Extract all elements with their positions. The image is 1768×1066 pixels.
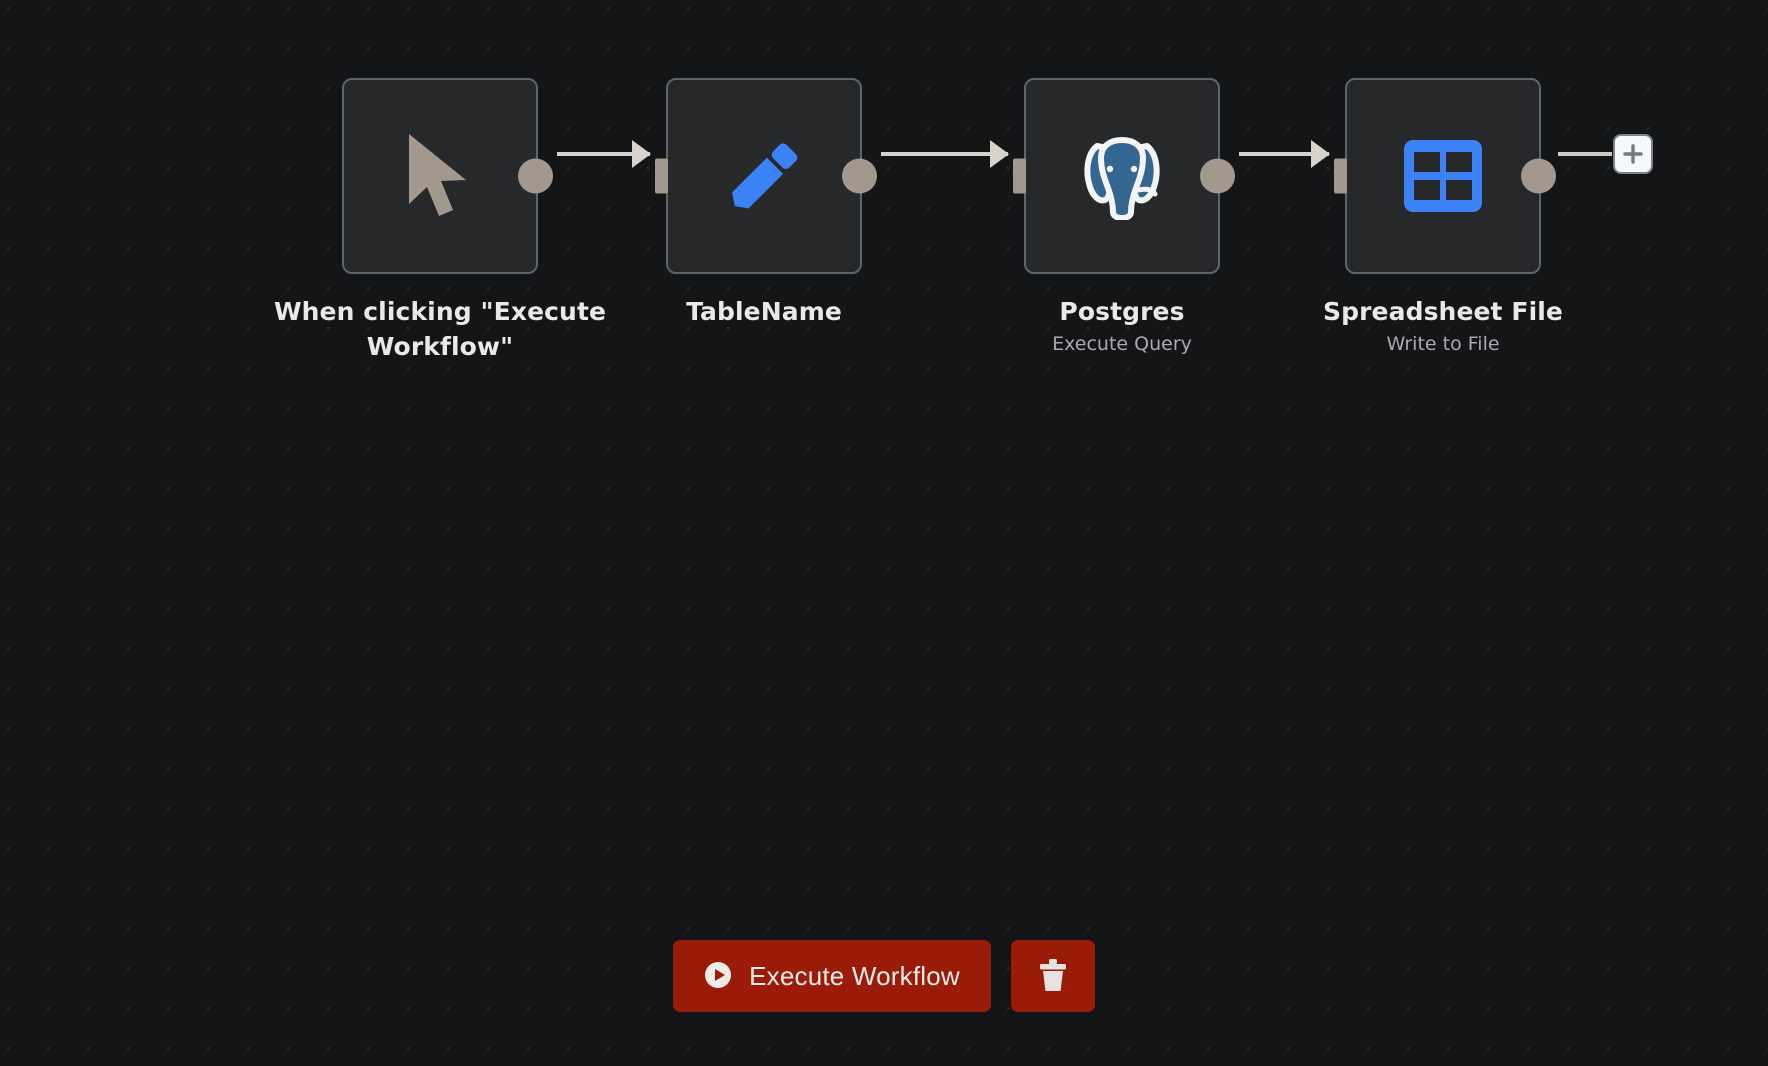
connector-arrow-icon [632,140,651,168]
connector-postgres-to-spreadsheet[interactable] [1239,152,1329,156]
output-endpoint-postgres[interactable] [1200,159,1235,194]
output-endpoint-spreadsheet[interactable] [1521,159,1556,194]
node-body[interactable] [666,78,862,274]
output-endpoint-trigger[interactable] [518,159,553,194]
add-node-button[interactable] [1613,134,1653,174]
connector-arrow-icon [990,140,1009,168]
postgres-elephant-icon [1026,80,1218,272]
node-caption: When clicking "Execute Workflow" [270,295,610,364]
node-title: Spreadsheet File [1273,295,1613,330]
connector-trigger-to-tablename[interactable] [557,152,650,156]
spreadsheet-table-icon [1347,80,1539,272]
node-postgres[interactable]: Postgres Execute Query [1024,78,1220,357]
node-title: Postgres [952,295,1292,330]
pencil-icon [668,80,860,272]
workflow-canvas[interactable]: When clicking "Execute Workflow" TableNa… [0,0,1768,1066]
node-spreadsheet-file[interactable]: Spreadsheet File Write to File [1345,78,1541,357]
connector-spreadsheet-to-add[interactable] [1558,152,1612,156]
delete-button[interactable] [1011,940,1095,1012]
play-circle-icon [704,961,732,992]
input-endpoint-postgres[interactable] [1013,159,1026,194]
node-manual-trigger[interactable]: When clicking "Execute Workflow" [342,78,538,364]
input-endpoint-tablename[interactable] [655,159,668,194]
execute-workflow-label: Execute Workflow [749,961,960,992]
output-endpoint-tablename[interactable] [842,159,877,194]
workflow-action-bar: Execute Workflow [0,940,1768,1012]
node-caption: Postgres Execute Query [952,295,1292,357]
node-title: TableName [594,295,934,330]
node-table-name[interactable]: TableName [666,78,862,330]
node-subtitle: Execute Query [952,332,1292,358]
node-caption: TableName [594,295,934,330]
execute-workflow-button[interactable]: Execute Workflow [673,940,991,1012]
trash-icon [1038,958,1068,995]
node-caption: Spreadsheet File Write to File [1273,295,1613,357]
plus-icon [1621,142,1645,166]
connector-tablename-to-postgres[interactable] [881,152,1008,156]
node-subtitle: Write to File [1273,332,1613,358]
node-title: When clicking "Execute Workflow" [270,295,610,364]
node-body[interactable] [1024,78,1220,274]
input-endpoint-spreadsheet[interactable] [1334,159,1347,194]
node-body[interactable] [342,78,538,274]
connector-arrow-icon [1311,140,1330,168]
node-body[interactable] [1345,78,1541,274]
mouse-pointer-icon [344,80,536,272]
